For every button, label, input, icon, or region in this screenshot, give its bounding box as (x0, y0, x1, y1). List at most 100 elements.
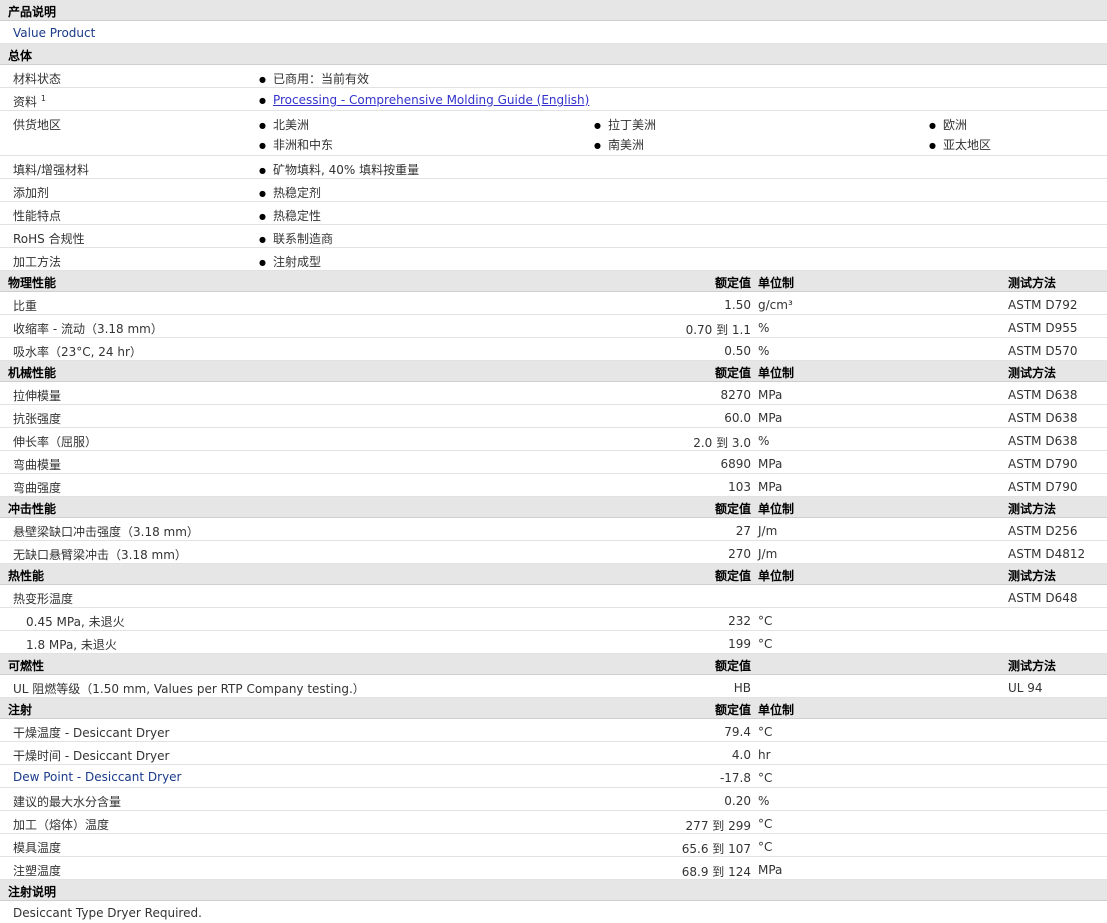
property-label: UL 阻燃等级（1.50 mm, Values per RTP Company … (13, 682, 365, 696)
property-unit: g/cm³ (758, 298, 793, 312)
bullet-value: 非洲和中东 (259, 136, 333, 153)
col-header-unit: 单位制 (758, 276, 795, 290)
property-row: 伸长率（屈服） 2.0 到 3.0% ASTM D638 (0, 428, 1107, 451)
bullet-value: 注射成型 (259, 253, 321, 270)
property-row: 建议的最大水分含量 0.20% (0, 788, 1107, 811)
bullet-value: 拉丁美洲 (594, 116, 656, 133)
property-label: 无缺口悬臂梁冲击（3.18 mm） (13, 548, 187, 562)
property-row: 0.45 MPa, 未退火 232 °C (0, 608, 1107, 631)
section-header-notes: 注射说明 (0, 880, 1107, 901)
bullet-value: 热稳定剂 (259, 184, 321, 201)
property-value: 232 (728, 614, 751, 628)
row-label: 添加剂 (13, 186, 50, 200)
property-label: 伸长率（屈服） (13, 435, 98, 449)
section-title: 热性能 (8, 569, 45, 583)
row-label: 加工方法 (13, 255, 62, 269)
property-value: 0.70 到 1.1 (685, 323, 751, 337)
property-label: Dew Point - Desiccant Dryer (13, 770, 182, 784)
section-header-desc: 产品说明 (0, 0, 1107, 21)
property-label: 加工（熔体）温度 (13, 818, 110, 832)
notes-row: Desiccant Type Dryer Required. (0, 901, 1107, 923)
section-title: 注射 (8, 703, 33, 717)
test-method: ASTM D790 (1008, 457, 1078, 471)
notes-text: Desiccant Type Dryer Required. (13, 906, 202, 920)
col-header-method: 测试方法 (1008, 366, 1057, 380)
col-header-method: 测试方法 (1008, 276, 1057, 290)
property-label: 注塑温度 (13, 864, 62, 878)
property-unit: % (758, 344, 770, 358)
bullet-value: 热稳定性 (259, 207, 321, 224)
section-title: 机械性能 (8, 366, 57, 380)
property-value: 1.50 (724, 298, 751, 312)
property-unit: MPa (758, 388, 783, 402)
property-label: 比重 (13, 299, 38, 313)
property-value: 4.0 (731, 748, 751, 762)
property-row: 弯曲强度 103 MPa ASTM D790 (0, 474, 1107, 497)
section-title: 可燃性 (8, 659, 45, 673)
property-value: 68.9 到 124 (681, 865, 751, 879)
property-unit: MPa (758, 480, 783, 494)
property-row: 拉伸模量 8270 MPa ASTM D638 (0, 382, 1107, 405)
col-header-method: 测试方法 (1008, 659, 1057, 673)
property-value: 65.6 到 107 (681, 842, 751, 856)
section-header-impact: 冲击性能 额定值 单位制 测试方法 (0, 497, 1107, 518)
property-value: 0.50 (724, 344, 751, 358)
property-label: 0.45 MPa, 未退火 (26, 615, 125, 629)
row-label: 性能特点 (13, 209, 62, 223)
property-label: 模具温度 (13, 841, 62, 855)
col-header-method: 测试方法 (1008, 502, 1057, 516)
row-label: 填料/增强材料 (13, 163, 90, 177)
property-row: 模具温度 65.6 到 107 °C (0, 834, 1107, 857)
property-label: 弯曲强度 (13, 481, 62, 495)
section-header-mechanical: 机械性能 额定值 单位制 测试方法 (0, 361, 1107, 382)
property-unit: °C (758, 817, 773, 831)
property-unit: °C (758, 637, 773, 651)
property-label: 1.8 MPa, 未退火 (26, 638, 117, 652)
bullet-value: 联系制造商 (259, 230, 333, 247)
property-unit: hr (758, 748, 771, 762)
property-label: 吸水率（23°C, 24 hr） (13, 345, 142, 359)
property-row: 干燥时间 - Desiccant Dryer 4.0 hr (0, 742, 1107, 765)
col-header-value: 额定值 (714, 569, 751, 583)
property-value: 6890 (720, 457, 751, 471)
molding-guide-link[interactable]: Processing - Comprehensive Molding Guide… (273, 93, 589, 107)
property-label: 干燥时间 - Desiccant Dryer (13, 749, 170, 763)
test-method: ASTM D638 (1008, 434, 1078, 448)
property-row: 抗张强度 60.0 MPa ASTM D638 (0, 405, 1107, 428)
property-row: 注塑温度 68.9 到 124 MPa (0, 857, 1107, 880)
bullet-value: 亚太地区 (929, 136, 991, 153)
col-header-unit: 单位制 (758, 569, 795, 583)
property-row: 热变形温度 ASTM D648 (0, 585, 1107, 608)
col-header-value: 额定值 (714, 502, 751, 516)
general-row: 性能特点 热稳定性 (0, 202, 1107, 225)
property-sections: 物理性能 额定值 单位制 测试方法 比重 1.50 g/cm³ ASTM D792 收缩率 - … (0, 271, 1107, 880)
property-label: 拉伸模量 (13, 389, 62, 403)
section-title: 产品说明 (8, 5, 57, 19)
test-method: ASTM D4812 (1008, 547, 1086, 561)
row-label: 供货地区 (13, 118, 62, 132)
row-label: 材料状态 (13, 72, 62, 86)
property-row: UL 阻燃等级（1.50 mm, Values per RTP Company … (0, 675, 1107, 698)
row-label: 资料 1 (13, 94, 46, 109)
section-title: 注射说明 (8, 885, 57, 899)
bullet-value: 矿物填料, 40% 填料按重量 (259, 161, 419, 178)
property-row: 吸水率（23°C, 24 hr） 0.50% ASTM D570 (0, 338, 1107, 361)
property-value: 0.20 (724, 794, 751, 808)
property-label: 悬壁梁缺口冲击强度（3.18 mm） (13, 525, 199, 539)
property-row: 收缩率 - 流动（3.18 mm） 0.70 到 1.1% ASTM D955 (0, 315, 1107, 338)
test-method: ASTM D790 (1008, 480, 1078, 494)
col-header-unit: 单位制 (758, 502, 795, 516)
property-value: 8270 (720, 388, 751, 402)
col-header-value: 额定值 (714, 276, 751, 290)
general-row: 添加剂 热稳定剂 (0, 179, 1107, 202)
row-label: RoHS 合规性 (13, 232, 85, 246)
property-label: 建议的最大水分含量 (13, 795, 122, 809)
bullet-value: 欧洲 (929, 116, 967, 133)
section-header-flammability: 可燃性 额定值 测试方法 (0, 654, 1107, 675)
property-unit: °C (758, 771, 773, 785)
col-header-unit: 单位制 (758, 703, 795, 717)
general-row: RoHS 合规性 联系制造商 (0, 225, 1107, 248)
property-unit: MPa (758, 411, 783, 425)
property-unit: MPa (758, 863, 783, 877)
section-title: 总体 (8, 49, 33, 63)
